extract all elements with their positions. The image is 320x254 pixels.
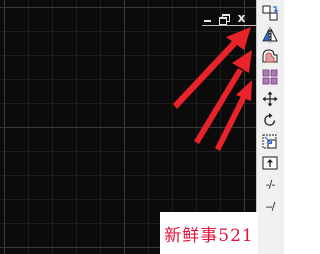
move-icon bbox=[262, 91, 278, 107]
minimize-button[interactable] bbox=[201, 12, 214, 25]
viewport-window-controls: x bbox=[201, 10, 248, 26]
rotate-icon bbox=[264, 113, 276, 126]
rotate-button[interactable] bbox=[259, 110, 281, 130]
restore-icon-back bbox=[219, 16, 227, 25]
close-label: x bbox=[237, 11, 246, 25]
close-button[interactable]: x bbox=[235, 11, 248, 25]
watermark-text: 新鲜事521 bbox=[164, 225, 254, 246]
scale-button[interactable] bbox=[259, 132, 281, 152]
modify-toolbar: -/- --/ bbox=[256, 0, 284, 254]
extend-icon: --/ bbox=[265, 199, 276, 213]
minimize-icon bbox=[204, 20, 211, 22]
stretch-icon bbox=[262, 156, 278, 170]
offset-icon bbox=[262, 49, 278, 63]
watermark: 新鲜事521 bbox=[160, 212, 258, 254]
extend-button[interactable]: --/ bbox=[259, 196, 281, 216]
offset-button[interactable] bbox=[259, 46, 281, 66]
restore-button[interactable] bbox=[218, 12, 231, 25]
trim-button[interactable]: -/- bbox=[259, 174, 281, 194]
move-button[interactable] bbox=[259, 89, 281, 109]
scale-icon bbox=[262, 134, 277, 149]
array-icon bbox=[262, 69, 278, 85]
trim-icon: -/- bbox=[265, 177, 276, 191]
copy-icon bbox=[262, 5, 279, 21]
copy-button[interactable] bbox=[259, 3, 281, 23]
mirror-button[interactable] bbox=[259, 25, 281, 45]
viewport-title-underline bbox=[202, 25, 256, 26]
mirror-icon bbox=[262, 27, 278, 43]
array-button[interactable] bbox=[259, 67, 281, 87]
stretch-button[interactable] bbox=[259, 153, 281, 173]
